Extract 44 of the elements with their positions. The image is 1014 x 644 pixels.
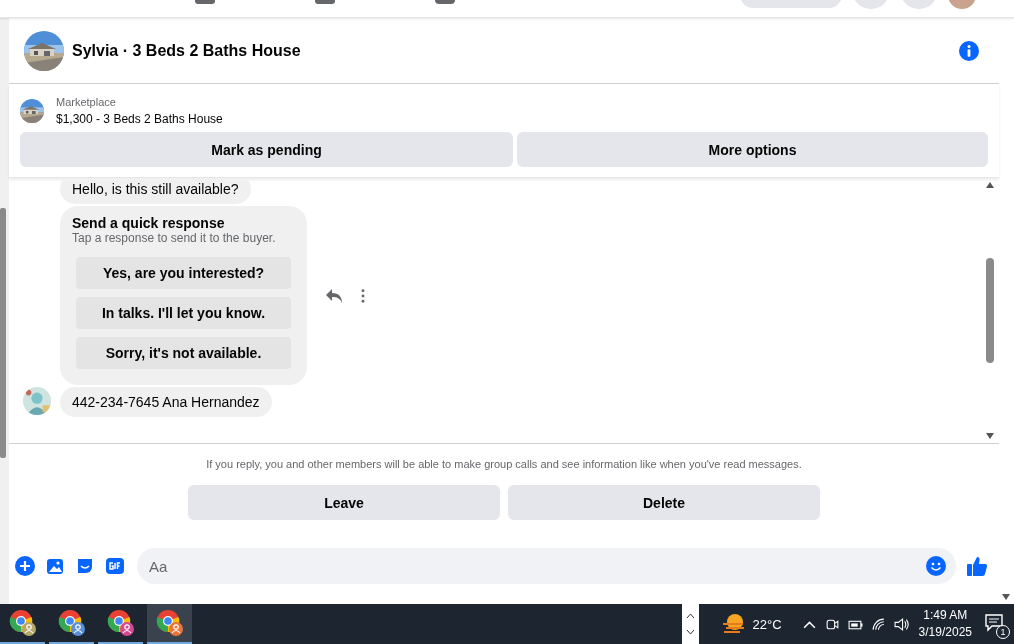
wifi-icon[interactable] xyxy=(870,616,886,632)
chevron-up-icon[interactable] xyxy=(685,613,695,619)
photo-icon[interactable] xyxy=(45,556,65,576)
listing-action-button[interactable]: Mark as pending xyxy=(20,132,513,167)
message-bubble: Hello, is this still available? xyxy=(60,178,251,204)
conversation-title: Sylvia · 3 Beds 2 Baths House xyxy=(72,41,302,60)
quick-response-button[interactable]: Yes, are you interested? xyxy=(76,257,291,289)
weather-icon[interactable] xyxy=(720,612,747,636)
quick-response-button[interactable]: Sorry, it's not available. xyxy=(76,337,291,369)
gif-icon[interactable] xyxy=(105,556,125,576)
notice-text: If you reply, you and other members will be able to make group calls and see information like when you've read messages. xyxy=(206,458,802,470)
speaker-icon[interactable] xyxy=(893,616,909,632)
quick-response-button[interactable]: In talks. I'll let you know. xyxy=(76,297,291,329)
nav-icon[interactable] xyxy=(315,0,335,4)
reply-icon[interactable] xyxy=(325,287,343,304)
chevron-down-icon[interactable] xyxy=(685,629,695,635)
scroll-down-icon[interactable] xyxy=(1002,594,1010,600)
clock-time[interactable]: 1:49 AM xyxy=(923,607,968,624)
notice-button[interactable]: Delete xyxy=(508,485,820,520)
scroll-down-icon[interactable] xyxy=(986,433,994,439)
info-icon[interactable] xyxy=(959,40,979,61)
scrollbar-thumb[interactable] xyxy=(986,258,994,363)
notice-button[interactable]: Leave xyxy=(188,485,500,520)
thumbs-up-icon[interactable] xyxy=(966,555,988,577)
more-icon[interactable] xyxy=(361,288,365,303)
listing-source: Marketplace xyxy=(56,95,117,110)
nav-icon[interactable] xyxy=(435,0,455,4)
clock-date[interactable]: 3/19/2025 xyxy=(918,624,972,641)
emoji-icon[interactable] xyxy=(926,556,946,576)
sticker-icon[interactable] xyxy=(75,556,95,576)
notification-badge: 1 xyxy=(996,625,1010,639)
notification-icon[interactable] xyxy=(984,613,1004,633)
listing-title[interactable]: $1,300 - 3 Beds 2 Baths House xyxy=(56,110,223,128)
nav-icon[interactable] xyxy=(195,0,215,4)
message-bubble: 442-234-7645 Ana Hernandez xyxy=(60,387,272,417)
taskbar-app[interactable] xyxy=(147,604,192,644)
message-field[interactable]: Aa xyxy=(137,548,956,584)
plus-icon[interactable] xyxy=(15,556,35,576)
quick-response-title: Send a quick response xyxy=(72,215,226,231)
quick-response-subtitle: Tap a response to send it to the buyer. xyxy=(72,231,277,245)
scroll-up-icon[interactable] xyxy=(986,182,994,188)
scrollbar-thumb[interactable] xyxy=(0,208,6,458)
listing-action-button[interactable]: More options xyxy=(517,132,988,167)
temperature[interactable]: 22°C xyxy=(752,616,782,632)
